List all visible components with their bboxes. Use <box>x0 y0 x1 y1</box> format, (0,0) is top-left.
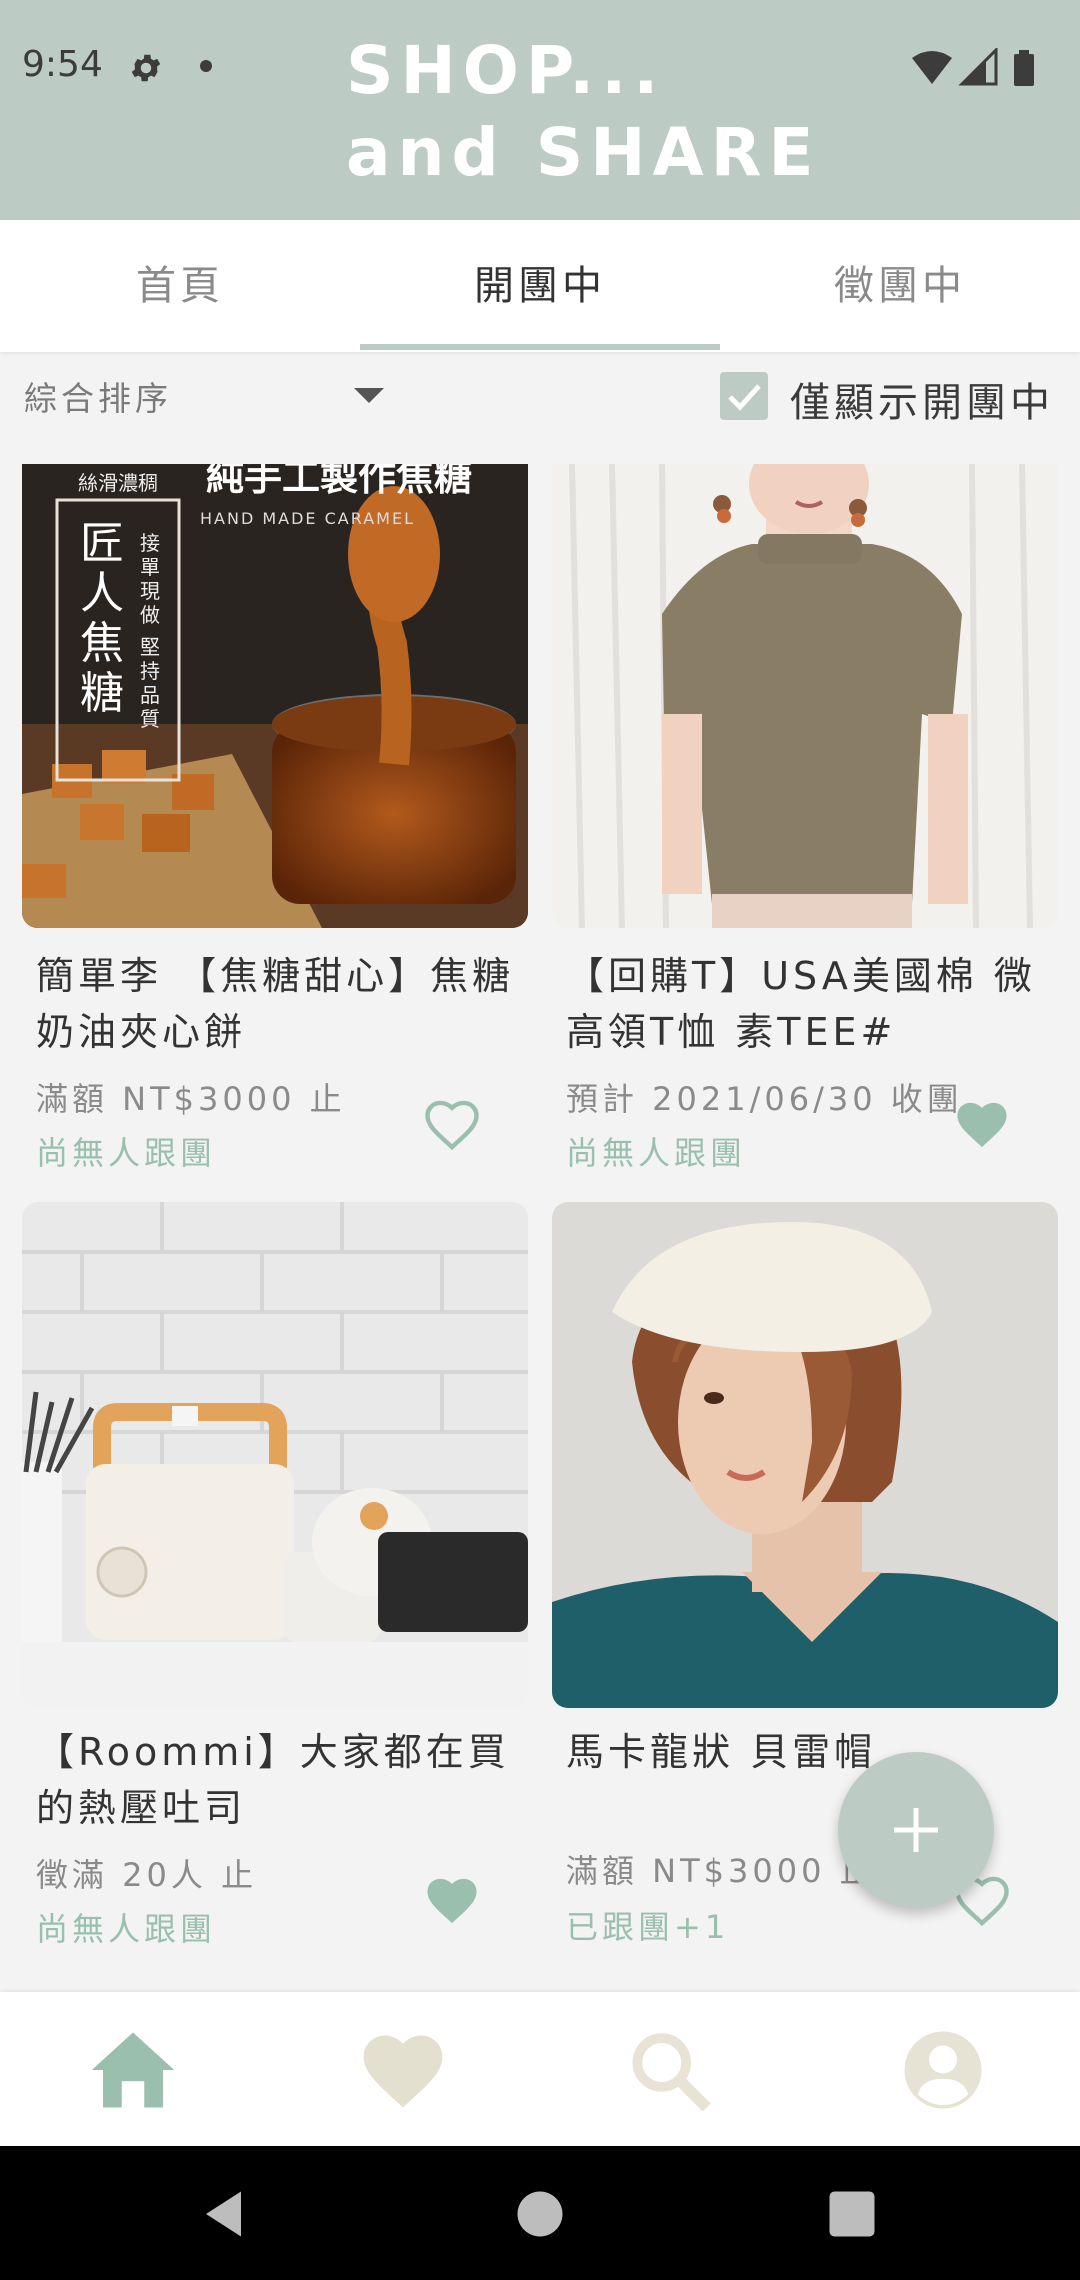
product-title: 【Roommi】大家都在買的熱壓吐司 <box>36 1730 510 1830</box>
svg-text:質: 質 <box>140 707 160 731</box>
app-title-line2: and SHARE <box>346 114 821 191</box>
svg-text:單: 單 <box>140 555 160 579</box>
only-open-label[interactable]: 僅顯示開團中 <box>790 370 1054 428</box>
app-title: SHOP... and SHARE <box>346 30 821 194</box>
image-tag-text: 絲滑濃稠 <box>78 471 158 495</box>
svg-text:品: 品 <box>140 683 160 707</box>
svg-text:做: 做 <box>140 603 160 627</box>
product-condition: 滿額 NT$3000 止 <box>36 1080 346 1118</box>
svg-text:焦: 焦 <box>80 618 124 669</box>
app-header: 9:54 SHOP... and SHARE <box>0 0 1080 220</box>
product-card[interactable]: 【回購T】USA美國棉 微高領T恤 素TEE# 預計 2021/06/30 收團… <box>552 464 1058 1172</box>
product-group-status: 已跟團+1 <box>566 1908 730 1946</box>
status-icons <box>912 48 1034 86</box>
svg-text:堅: 堅 <box>140 635 160 659</box>
image-headline-text: 純手工製作焦糖 <box>206 464 472 499</box>
notification-dot-icon <box>200 60 212 72</box>
plus-icon <box>894 1808 938 1852</box>
home-system-icon[interactable] <box>510 2184 570 2244</box>
sort-label: 綜合排序 <box>24 379 172 418</box>
tab-open-groups[interactable]: 開團中 <box>360 220 720 352</box>
battery-icon <box>1014 54 1034 86</box>
product-group-status: 尚無人跟團 <box>36 1134 217 1172</box>
chevron-down-icon <box>354 388 384 403</box>
product-condition: 滿額 NT$3000 止 <box>566 1852 876 1890</box>
svg-text:持: 持 <box>140 659 160 683</box>
app-title-line1: SHOP... <box>346 32 666 109</box>
product-group-status: 尚無人跟團 <box>36 1910 217 1948</box>
svg-text:現: 現 <box>140 579 160 603</box>
svg-text:匠: 匠 <box>80 518 124 569</box>
tab-bar: 首頁 開團中 徵團中 <box>0 220 1080 352</box>
status-time: 9:54 <box>22 44 103 85</box>
image-subheadline-text: HAND MADE CARAMEL <box>200 509 415 528</box>
favorite-heart-outline-icon[interactable] <box>422 1098 482 1152</box>
only-open-checkbox[interactable] <box>720 372 768 420</box>
image-big-text: 匠人焦糖 <box>80 518 124 719</box>
bottom-nav <box>0 1992 1080 2146</box>
product-title: 簡單李 【焦糖甜心】焦糖奶油夾心餅 <box>36 954 515 1054</box>
tab-home[interactable]: 首頁 <box>0 220 360 352</box>
product-image-tshirt[interactable] <box>552 464 1058 928</box>
add-button[interactable] <box>838 1752 994 1908</box>
svg-text:糖: 糖 <box>80 668 124 719</box>
product-card[interactable]: 絲滑濃稠 純手工製作焦糖 HAND MADE CARAMEL 匠人焦糖 接單現做… <box>22 464 528 1172</box>
svg-text:人: 人 <box>80 568 124 619</box>
check-icon <box>728 384 761 411</box>
account-icon[interactable] <box>898 2028 988 2112</box>
favorite-heart-filled-icon[interactable] <box>422 1874 482 1928</box>
system-nav-bar <box>0 2146 1080 2280</box>
search-icon[interactable] <box>628 2028 718 2112</box>
wifi-icon <box>912 51 952 84</box>
product-title: 【回購T】USA美國棉 微高領T恤 素TEE# <box>566 954 1036 1054</box>
product-image-caramel[interactable]: 絲滑濃稠 純手工製作焦糖 HAND MADE CARAMEL 匠人焦糖 接單現做… <box>22 464 528 928</box>
home-icon[interactable] <box>88 2028 178 2112</box>
settings-notification-icon <box>131 54 161 82</box>
product-image-sandwich-maker[interactable] <box>22 1202 528 1708</box>
product-condition: 徵滿 20人 止 <box>36 1856 258 1894</box>
tab-seeking-groups[interactable]: 徵團中 <box>720 220 1080 352</box>
back-icon[interactable] <box>196 2184 256 2244</box>
product-condition: 預計 2021/06/30 收團 <box>566 1080 963 1118</box>
heart-icon[interactable] <box>358 2028 448 2112</box>
product-group-status: 尚無人跟團 <box>566 1134 747 1172</box>
product-image-beret[interactable] <box>552 1202 1058 1708</box>
favorite-heart-filled-icon[interactable] <box>952 1098 1012 1152</box>
product-card[interactable]: 【Roommi】大家都在買的熱壓吐司 徵滿 20人 止 尚無人跟團 <box>22 1202 528 1962</box>
svg-text:接: 接 <box>140 531 160 555</box>
recents-icon[interactable] <box>822 2184 882 2244</box>
tab-indicator <box>360 344 720 350</box>
